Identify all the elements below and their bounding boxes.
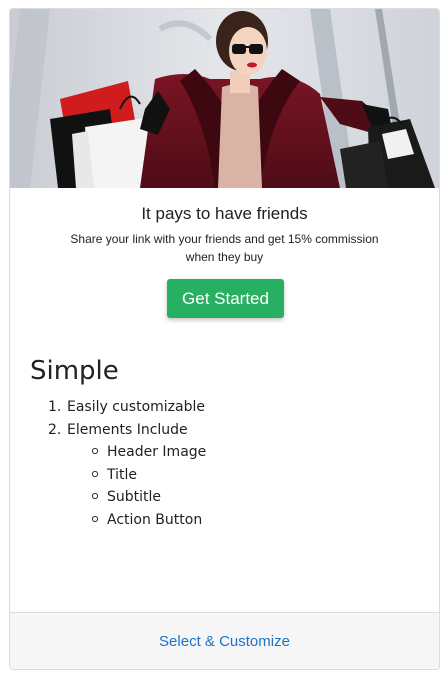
sub-list-item-label: Action Button	[107, 511, 203, 528]
get-started-button[interactable]: Get Started	[167, 279, 284, 318]
sub-list-item-label: Subtitle	[107, 489, 162, 505]
sub-list-item-label: Header Image	[107, 444, 207, 460]
list-item-number: 1.	[48, 399, 62, 415]
template-card: It pays to have friends Share your link …	[9, 8, 440, 670]
sub-list-item: Action Button	[91, 509, 408, 532]
sub-list: Header Image Title Subtitle Action Butto…	[91, 441, 408, 531]
promo-title: It pays to have friends	[141, 204, 308, 223]
feature-list: 1. Easily customizable 2. Elements Include…	[48, 396, 408, 531]
card-footer: Select & Customize	[10, 612, 439, 669]
list-item-number: 2.	[48, 421, 62, 438]
header-image	[10, 9, 439, 188]
circle-bullet-icon	[91, 515, 99, 522]
promo-subtitle: Share your link with your friends and ge…	[70, 232, 379, 264]
list-item: 1. Easily customizable	[48, 396, 408, 419]
circle-bullet-icon	[91, 492, 99, 500]
sub-list-item-label: Title	[107, 466, 138, 483]
list-item-label: Elements Include	[67, 421, 188, 438]
select-customize-link[interactable]: Select & Customize	[159, 633, 290, 650]
sub-list-item: Header Image	[91, 441, 408, 464]
circle-bullet-icon	[91, 447, 99, 455]
shopping-woman-image	[10, 9, 439, 188]
sub-list-item: Title	[91, 464, 408, 487]
list-item: 2. Elements Include Header Image Title Su…	[48, 419, 408, 532]
section-heading: Simple	[30, 356, 119, 386]
circle-bullet-icon	[91, 470, 99, 477]
list-item-label: Easily customizable	[67, 399, 205, 415]
sub-list-item: Subtitle	[91, 486, 408, 509]
